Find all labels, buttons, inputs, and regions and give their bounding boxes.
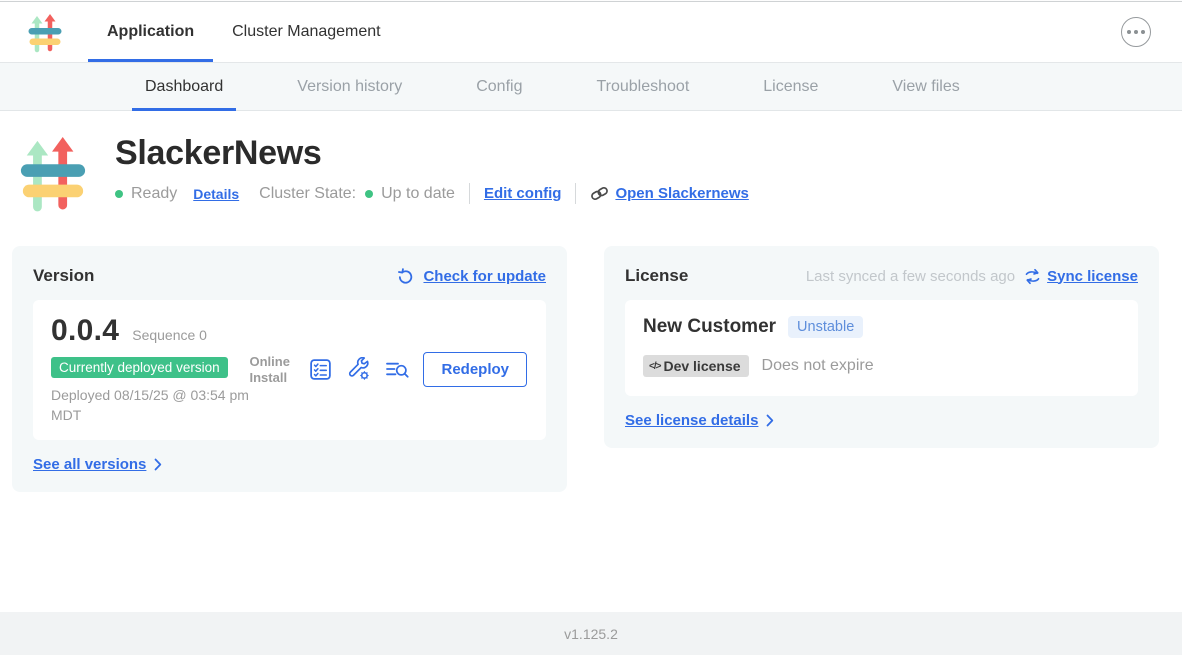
sync-arrows-icon — [1024, 268, 1041, 285]
subnav-view-files[interactable]: View files — [855, 63, 996, 110]
refresh-icon — [397, 268, 414, 285]
preflight-checklist-icon — [308, 357, 333, 382]
edit-config-link[interactable]: Edit config — [484, 185, 562, 202]
version-card: Version Check for update 0.0.4 Sequence — [12, 246, 567, 492]
deployed-status-badge: Currently deployed version — [51, 357, 228, 378]
tab-cluster-management-label: Cluster Management — [232, 23, 381, 41]
check-for-update-label: Check for update — [423, 268, 546, 285]
license-card-header: License Last synced a few seconds ago Sy… — [625, 266, 1138, 286]
license-type-label: Dev license — [663, 358, 740, 374]
tab-cluster-management[interactable]: Cluster Management — [213, 2, 400, 62]
license-sync-group: Last synced a few seconds ago Sync licen… — [806, 268, 1138, 285]
see-license-details-label: See license details — [625, 412, 758, 429]
footer: v1.125.2 — [0, 612, 1182, 655]
slackernews-logo-icon — [27, 11, 63, 54]
logs-search-icon — [384, 357, 410, 382]
license-card: License Last synced a few seconds ago Sy… — [604, 246, 1159, 448]
version-card-title: Version — [33, 266, 94, 286]
ellipsis-icon — [1127, 30, 1131, 34]
chain-link-icon — [590, 184, 609, 203]
check-for-update[interactable]: Check for update — [397, 268, 546, 285]
install-type-label: Online Install — [249, 354, 295, 385]
subnav-license[interactable]: License — [726, 63, 855, 110]
current-version-panel: 0.0.4 Sequence 0 Currently deployed vers… — [33, 300, 546, 440]
sync-license-link[interactable]: Sync license — [1024, 268, 1138, 285]
subnav-troubleshoot[interactable]: Troubleshoot — [559, 63, 726, 110]
edit-config-button[interactable] — [346, 357, 371, 382]
tab-application-label: Application — [107, 23, 194, 41]
license-expiration: Does not expire — [762, 357, 874, 375]
license-type-badge: </> Dev license — [643, 355, 749, 377]
version-number: 0.0.4 — [51, 314, 119, 348]
chevron-right-icon — [766, 414, 774, 427]
cluster-state-label: Cluster State: — [259, 185, 356, 203]
license-card-title: License — [625, 266, 688, 286]
last-synced-text: Last synced a few seconds ago — [806, 268, 1015, 285]
status-details-link[interactable]: Details — [193, 186, 239, 202]
redeploy-button[interactable]: Redeploy — [423, 352, 527, 387]
app-status-row: Ready Details Cluster State: Up to date … — [115, 183, 749, 204]
code-brackets-icon: </> — [649, 361, 660, 372]
view-logs-button[interactable] — [384, 357, 410, 382]
divider — [575, 183, 576, 204]
version-actions: Online Install — [249, 352, 528, 387]
more-menu-button[interactable] — [1121, 17, 1151, 47]
page: Application Cluster Management Dashboard… — [0, 0, 1182, 655]
preflight-checks-button[interactable] — [308, 357, 333, 382]
slackernews-logo-icon — [18, 131, 88, 215]
app-logo-large — [18, 131, 88, 215]
open-app-link-label: Open Slackernews — [615, 185, 748, 202]
console-version: v1.125.2 — [564, 626, 618, 642]
primary-tabs: Application Cluster Management — [88, 2, 400, 62]
sync-license-label: Sync license — [1047, 268, 1138, 285]
top-nav: Application Cluster Management — [0, 2, 1182, 63]
version-info: 0.0.4 Sequence 0 Currently deployed vers… — [51, 314, 249, 425]
license-info-panel: New Customer Unstable </> Dev license Do… — [625, 300, 1138, 396]
see-license-details-link[interactable]: See license details — [625, 412, 1138, 429]
app-header: SlackerNews Ready Details Cluster State:… — [18, 131, 1182, 215]
see-all-versions-label: See all versions — [33, 456, 146, 473]
main-content: SlackerNews Ready Details Cluster State:… — [0, 111, 1182, 612]
app-meta: SlackerNews Ready Details Cluster State:… — [115, 131, 749, 215]
wrench-gear-icon — [346, 357, 371, 382]
chevron-right-icon — [154, 458, 162, 471]
app-status-text: Ready — [131, 185, 177, 203]
page-title: SlackerNews — [115, 134, 749, 173]
open-app-link[interactable]: Open Slackernews — [590, 184, 748, 203]
subnav-version-history[interactable]: Version history — [260, 63, 439, 110]
subnav-dashboard[interactable]: Dashboard — [108, 63, 260, 110]
tab-application[interactable]: Application — [88, 2, 213, 62]
app-status-dot — [115, 190, 123, 198]
version-card-header: Version Check for update — [33, 266, 546, 286]
version-sequence: Sequence 0 — [132, 327, 207, 343]
divider — [469, 183, 470, 204]
cluster-state-dot — [365, 190, 373, 198]
deployed-timestamp: Deployed 08/15/25 @ 03:54 pm MDT — [51, 386, 249, 425]
cluster-state-text: Up to date — [381, 185, 455, 203]
subnav-config[interactable]: Config — [439, 63, 559, 110]
channel-badge: Unstable — [788, 316, 863, 338]
app-sub-nav: Dashboard Version history Config Trouble… — [0, 63, 1182, 111]
dashboard-cards: Version Check for update 0.0.4 Sequence — [12, 246, 1159, 492]
customer-name: New Customer — [643, 316, 776, 338]
app-logo-small — [27, 11, 63, 62]
see-all-versions-link[interactable]: See all versions — [33, 456, 546, 473]
